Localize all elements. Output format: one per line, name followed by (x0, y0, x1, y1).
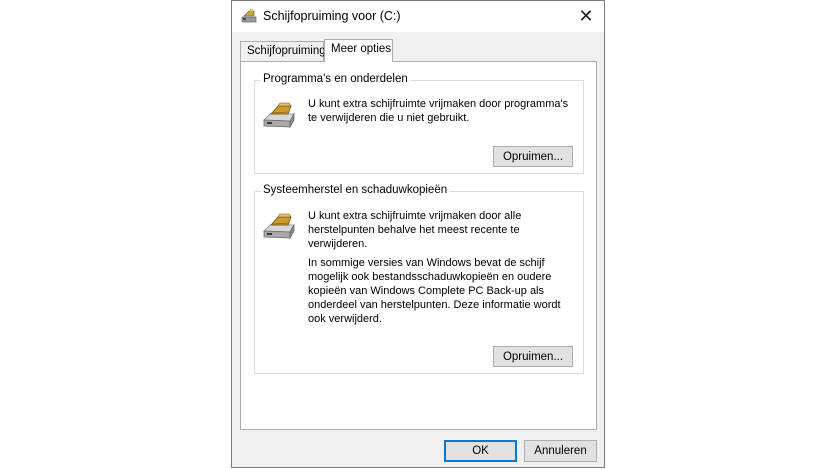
tab-disk-cleanup[interactable]: Schijfopruiming (240, 41, 326, 61)
cancel-button[interactable]: Annuleren (524, 440, 597, 462)
shadow-copies-description: In sommige versies van Windows bevat de … (308, 257, 561, 325)
more-options-panel: Programma's en onderdelen U kunt extra s… (240, 61, 597, 430)
disk-cleanup-icon (263, 213, 295, 240)
system-restore-group: Systeemherstel en schaduwkopieën U kunt … (254, 184, 584, 374)
tab-label: Schijfopruiming (247, 45, 326, 57)
system-restore-description: U kunt extra schijfruimte vrijmaken door… (308, 210, 522, 250)
tab-more-options[interactable]: Meer opties (324, 39, 393, 62)
system-restore-cleanup-button[interactable]: Opruimen... (493, 346, 573, 367)
close-icon: ✕ (578, 6, 594, 26)
ok-button[interactable]: OK (444, 440, 517, 462)
close-button[interactable]: ✕ (568, 1, 604, 32)
title-bar[interactable]: Schijfopruiming voor (C:) ✕ (232, 1, 604, 32)
programs-cleanup-button[interactable]: Opruimen... (493, 146, 573, 167)
disk-cleanup-dialog: Schijfopruiming voor (C:) ✕ Schijfopruim… (231, 0, 605, 468)
disk-cleanup-icon (263, 102, 295, 129)
programs-group: Programma's en onderdelen U kunt extra s… (254, 73, 584, 174)
programs-group-title: Programma's en onderdelen (261, 73, 410, 85)
disk-cleanup-icon (241, 9, 257, 23)
programs-description: U kunt extra schijfruimte vrijmaken door… (308, 98, 569, 124)
window-title: Schijfopruiming voor (C:) (263, 9, 401, 23)
tab-label: Meer opties (331, 43, 392, 55)
system-restore-group-title: Systeemherstel en schaduwkopieën (261, 184, 450, 196)
